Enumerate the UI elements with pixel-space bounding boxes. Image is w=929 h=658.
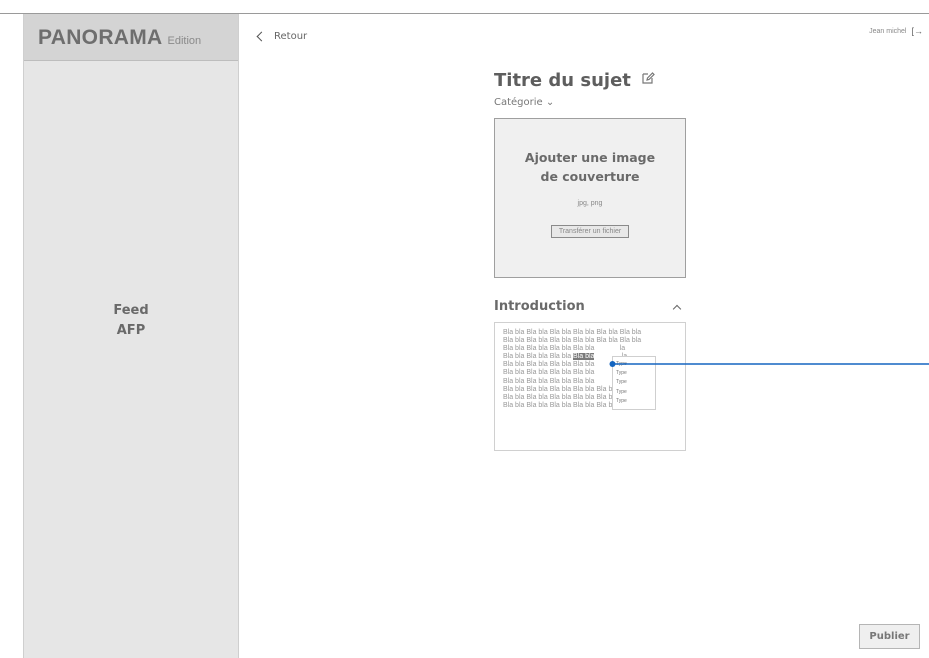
type-menu-item[interactable]: Type xyxy=(616,397,655,406)
cover-title-line: Ajouter une image xyxy=(524,150,656,165)
upload-file-button[interactable]: Transférer un fichier xyxy=(550,225,630,238)
feed-label: Feed xyxy=(113,303,149,318)
back-label: Retour xyxy=(274,31,308,42)
category-dropdown[interactable]: Catégorie ⌄ xyxy=(494,97,554,108)
introduction-line: Bla bla Bla bla Bla bla Bla bla la xyxy=(503,377,626,385)
brand-name: PANORAMA xyxy=(38,26,163,49)
introduction-line: Bla bla Bla bla Bla bla Bla bla Bla bla … xyxy=(503,329,642,336)
introduction-line: Bla bla Bla bla Bla bla Bla bla la xyxy=(503,345,626,353)
cover-image-dropzone[interactable]: Ajouter une image de couverture jpg, png… xyxy=(494,118,686,278)
cover-title: Ajouter une image de couverture xyxy=(495,148,685,186)
category-label: Catégorie xyxy=(494,97,543,108)
cover-title-line: de couverture xyxy=(540,169,640,184)
chevron-down-icon: ⌄ xyxy=(545,97,555,108)
selected-text: Bla bla xyxy=(573,353,595,361)
sidebar: PANORAMA Edition Feed AFP xyxy=(23,14,239,658)
back-button[interactable]: Retour xyxy=(256,31,308,42)
user-menu[interactable]: Jean michel [→ xyxy=(869,26,923,36)
introduction-header: Introduction xyxy=(494,299,686,314)
introduction-line: Bla bla Bla bla Bla bla Bla bla la xyxy=(503,369,626,377)
brand-logo: PANORAMA Edition xyxy=(24,14,238,61)
introduction-line: Bla bla Bla bla Bla bla Bla bla Bla bla xyxy=(503,401,618,409)
user-name: Jean michel xyxy=(869,27,907,35)
introduction-title: Introduction xyxy=(494,299,585,314)
introduction-line: Bla bla Bla bla Bla bla Bla bla Bla bla … xyxy=(503,337,642,345)
chevron-left-icon xyxy=(256,31,267,42)
logout-icon[interactable]: [→ xyxy=(911,26,923,36)
subject-title: Titre du sujet xyxy=(494,70,631,91)
subject-title-row: Titre du sujet xyxy=(494,70,655,91)
introduction-textarea[interactable]: Bla bla Bla bla Bla bla Bla bla Bla bla … xyxy=(494,322,686,451)
cover-formats: jpg, png xyxy=(577,200,603,207)
chevron-up-icon[interactable] xyxy=(672,304,682,313)
annotation-connector xyxy=(609,361,929,367)
feed-source-label: AFP xyxy=(116,323,146,338)
type-menu-item[interactable]: Type xyxy=(616,369,655,378)
brand-edition: Edition xyxy=(167,35,202,47)
introduction-line: Bla bla Bla bla Bla bla Bla bla Bla bla … xyxy=(503,385,642,393)
edit-pencil-icon[interactable] xyxy=(641,71,655,90)
introduction-line: Bla bla Bla bla Bla bla Bla bla Bla bla … xyxy=(503,393,642,401)
feed-afp-link[interactable]: Feed AFP xyxy=(24,301,238,341)
publish-button[interactable]: Publier xyxy=(859,624,920,649)
type-menu-item[interactable]: Type xyxy=(616,378,655,387)
type-menu-item[interactable]: Type xyxy=(616,388,655,397)
